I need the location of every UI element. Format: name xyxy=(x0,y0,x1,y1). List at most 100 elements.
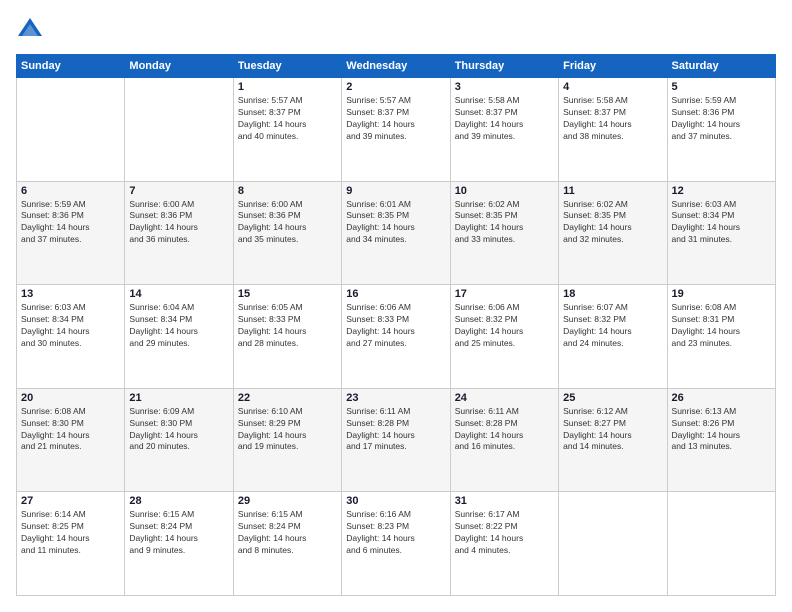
day-number: 12 xyxy=(672,185,771,197)
calendar-cell: 3Sunrise: 5:58 AM Sunset: 8:37 PM Daylig… xyxy=(450,78,558,182)
calendar-cell: 20 Sunrise: 6:08 AM Sunset: 8:30 PM Dayli… xyxy=(17,388,125,492)
logo-icon xyxy=(16,16,44,44)
calendar-week-row: 1 Sunrise: 5:57 AM Sunset: 8:37 PM Daylig… xyxy=(17,78,776,182)
day-info: Sunrise: 6:01 AM Sunset: 8:35 PM Dayligh… xyxy=(346,199,445,247)
calendar-cell: 24Sunrise: 6:11 AM Sunset: 8:28 PM Dayli… xyxy=(450,388,558,492)
calendar-cell: 28Sunrise: 6:15 AM Sunset: 8:24 PM Dayli… xyxy=(125,492,233,596)
calendar-cell: 2 Sunrise: 5:57 AM Sunset: 8:37 PM Daylig… xyxy=(342,78,450,182)
day-number: 5 xyxy=(672,81,771,93)
day-info: Sunrise: 6:04 AM Sunset: 8:34 PM Dayligh… xyxy=(129,302,228,350)
calendar-cell: 31 Sunrise: 6:17 AM Sunset: 8:22 PM Dayli… xyxy=(450,492,558,596)
weekday-header: Monday xyxy=(125,55,233,78)
day-info: Sunrise: 6:10 AM Sunset: 8:29 PM Dayligh… xyxy=(238,406,337,454)
calendar-cell: 15 Sunrise: 6:05 AM Sunset: 8:33 PM Dayli… xyxy=(233,285,341,389)
calendar-cell: 25Sunrise: 6:12 AM Sunset: 8:27 PM Dayli… xyxy=(559,388,667,492)
calendar-cell: 27 Sunrise: 6:14 AM Sunset: 8:25 PM Dayli… xyxy=(17,492,125,596)
day-info: Sunrise: 6:13 AM Sunset: 8:26 PM Dayligh… xyxy=(672,406,771,454)
day-info: Sunrise: 6:02 AM Sunset: 8:35 PM Dayligh… xyxy=(455,199,554,247)
day-info: Sunrise: 5:57 AM Sunset: 8:37 PM Dayligh… xyxy=(346,95,445,143)
day-number: 11 xyxy=(563,185,662,197)
day-info: Sunrise: 6:06 AM Sunset: 8:33 PM Dayligh… xyxy=(346,302,445,350)
calendar-cell: 16 Sunrise: 6:06 AM Sunset: 8:33 PM Dayli… xyxy=(342,285,450,389)
day-number: 21 xyxy=(129,392,228,404)
day-number: 24 xyxy=(455,392,554,404)
day-info: Sunrise: 6:06 AM Sunset: 8:32 PM Dayligh… xyxy=(455,302,554,350)
calendar-cell: 17 Sunrise: 6:06 AM Sunset: 8:32 PM Dayli… xyxy=(450,285,558,389)
calendar-cell: 22 Sunrise: 6:10 AM Sunset: 8:29 PM Dayli… xyxy=(233,388,341,492)
logo xyxy=(16,16,48,44)
day-number: 8 xyxy=(238,185,337,197)
day-number: 14 xyxy=(129,288,228,300)
day-number: 23 xyxy=(346,392,445,404)
calendar-cell: 29Sunrise: 6:15 AM Sunset: 8:24 PM Dayli… xyxy=(233,492,341,596)
day-number: 13 xyxy=(21,288,120,300)
calendar-cell: 18 Sunrise: 6:07 AM Sunset: 8:32 PM Dayli… xyxy=(559,285,667,389)
weekday-header-row: SundayMondayTuesdayWednesdayThursdayFrid… xyxy=(17,55,776,78)
calendar-cell xyxy=(559,492,667,596)
day-info: Sunrise: 6:09 AM Sunset: 8:30 PM Dayligh… xyxy=(129,406,228,454)
calendar-cell: 4 Sunrise: 5:58 AM Sunset: 8:37 PM Daylig… xyxy=(559,78,667,182)
day-info: Sunrise: 6:00 AM Sunset: 8:36 PM Dayligh… xyxy=(238,199,337,247)
day-info: Sunrise: 6:08 AM Sunset: 8:30 PM Dayligh… xyxy=(21,406,120,454)
weekday-header: Friday xyxy=(559,55,667,78)
day-info: Sunrise: 5:58 AM Sunset: 8:37 PM Dayligh… xyxy=(563,95,662,143)
day-number: 18 xyxy=(563,288,662,300)
day-number: 26 xyxy=(672,392,771,404)
day-number: 7 xyxy=(129,185,228,197)
calendar-cell: 19 Sunrise: 6:08 AM Sunset: 8:31 PM Dayli… xyxy=(667,285,775,389)
day-info: Sunrise: 6:07 AM Sunset: 8:32 PM Dayligh… xyxy=(563,302,662,350)
calendar-cell xyxy=(125,78,233,182)
calendar-cell xyxy=(17,78,125,182)
day-number: 15 xyxy=(238,288,337,300)
weekday-header: Tuesday xyxy=(233,55,341,78)
day-number: 22 xyxy=(238,392,337,404)
day-info: Sunrise: 6:02 AM Sunset: 8:35 PM Dayligh… xyxy=(563,199,662,247)
day-number: 6 xyxy=(21,185,120,197)
calendar-cell: 23Sunrise: 6:11 AM Sunset: 8:28 PM Dayli… xyxy=(342,388,450,492)
day-number: 9 xyxy=(346,185,445,197)
day-number: 4 xyxy=(563,81,662,93)
day-info: Sunrise: 6:05 AM Sunset: 8:33 PM Dayligh… xyxy=(238,302,337,350)
weekday-header: Thursday xyxy=(450,55,558,78)
day-info: Sunrise: 5:58 AM Sunset: 8:37 PM Dayligh… xyxy=(455,95,554,143)
header xyxy=(16,16,776,44)
day-number: 16 xyxy=(346,288,445,300)
day-info: Sunrise: 6:08 AM Sunset: 8:31 PM Dayligh… xyxy=(672,302,771,350)
day-info: Sunrise: 5:57 AM Sunset: 8:37 PM Dayligh… xyxy=(238,95,337,143)
calendar-week-row: 13Sunrise: 6:03 AM Sunset: 8:34 PM Dayli… xyxy=(17,285,776,389)
day-number: 31 xyxy=(455,495,554,507)
weekday-header: Saturday xyxy=(667,55,775,78)
day-number: 10 xyxy=(455,185,554,197)
weekday-header: Wednesday xyxy=(342,55,450,78)
day-number: 17 xyxy=(455,288,554,300)
calendar-cell: 8 Sunrise: 6:00 AM Sunset: 8:36 PM Daylig… xyxy=(233,181,341,285)
day-info: Sunrise: 6:14 AM Sunset: 8:25 PM Dayligh… xyxy=(21,509,120,557)
calendar-week-row: 6 Sunrise: 5:59 AM Sunset: 8:36 PM Daylig… xyxy=(17,181,776,285)
day-number: 27 xyxy=(21,495,120,507)
calendar-cell: 9 Sunrise: 6:01 AM Sunset: 8:35 PM Daylig… xyxy=(342,181,450,285)
calendar-cell: 13Sunrise: 6:03 AM Sunset: 8:34 PM Dayli… xyxy=(17,285,125,389)
day-number: 1 xyxy=(238,81,337,93)
day-info: Sunrise: 6:00 AM Sunset: 8:36 PM Dayligh… xyxy=(129,199,228,247)
calendar-cell: 7 Sunrise: 6:00 AM Sunset: 8:36 PM Daylig… xyxy=(125,181,233,285)
day-info: Sunrise: 6:17 AM Sunset: 8:22 PM Dayligh… xyxy=(455,509,554,557)
day-number: 19 xyxy=(672,288,771,300)
day-info: Sunrise: 6:16 AM Sunset: 8:23 PM Dayligh… xyxy=(346,509,445,557)
day-number: 2 xyxy=(346,81,445,93)
weekday-header: Sunday xyxy=(17,55,125,78)
day-number: 28 xyxy=(129,495,228,507)
calendar-cell: 6 Sunrise: 5:59 AM Sunset: 8:36 PM Daylig… xyxy=(17,181,125,285)
calendar-cell: 11 Sunrise: 6:02 AM Sunset: 8:35 PM Dayli… xyxy=(559,181,667,285)
day-info: Sunrise: 5:59 AM Sunset: 8:36 PM Dayligh… xyxy=(21,199,120,247)
calendar-cell: 12 Sunrise: 6:03 AM Sunset: 8:34 PM Dayli… xyxy=(667,181,775,285)
calendar-cell: 1 Sunrise: 5:57 AM Sunset: 8:37 PM Daylig… xyxy=(233,78,341,182)
page: SundayMondayTuesdayWednesdayThursdayFrid… xyxy=(0,0,792,612)
calendar-cell: 14 Sunrise: 6:04 AM Sunset: 8:34 PM Dayli… xyxy=(125,285,233,389)
day-info: Sunrise: 6:03 AM Sunset: 8:34 PM Dayligh… xyxy=(672,199,771,247)
calendar-cell: 26 Sunrise: 6:13 AM Sunset: 8:26 PM Dayli… xyxy=(667,388,775,492)
day-number: 20 xyxy=(21,392,120,404)
calendar-cell xyxy=(667,492,775,596)
calendar-cell: 5Sunrise: 5:59 AM Sunset: 8:36 PM Daylig… xyxy=(667,78,775,182)
day-info: Sunrise: 6:15 AM Sunset: 8:24 PM Dayligh… xyxy=(238,509,337,557)
calendar-cell: 10 Sunrise: 6:02 AM Sunset: 8:35 PM Dayli… xyxy=(450,181,558,285)
